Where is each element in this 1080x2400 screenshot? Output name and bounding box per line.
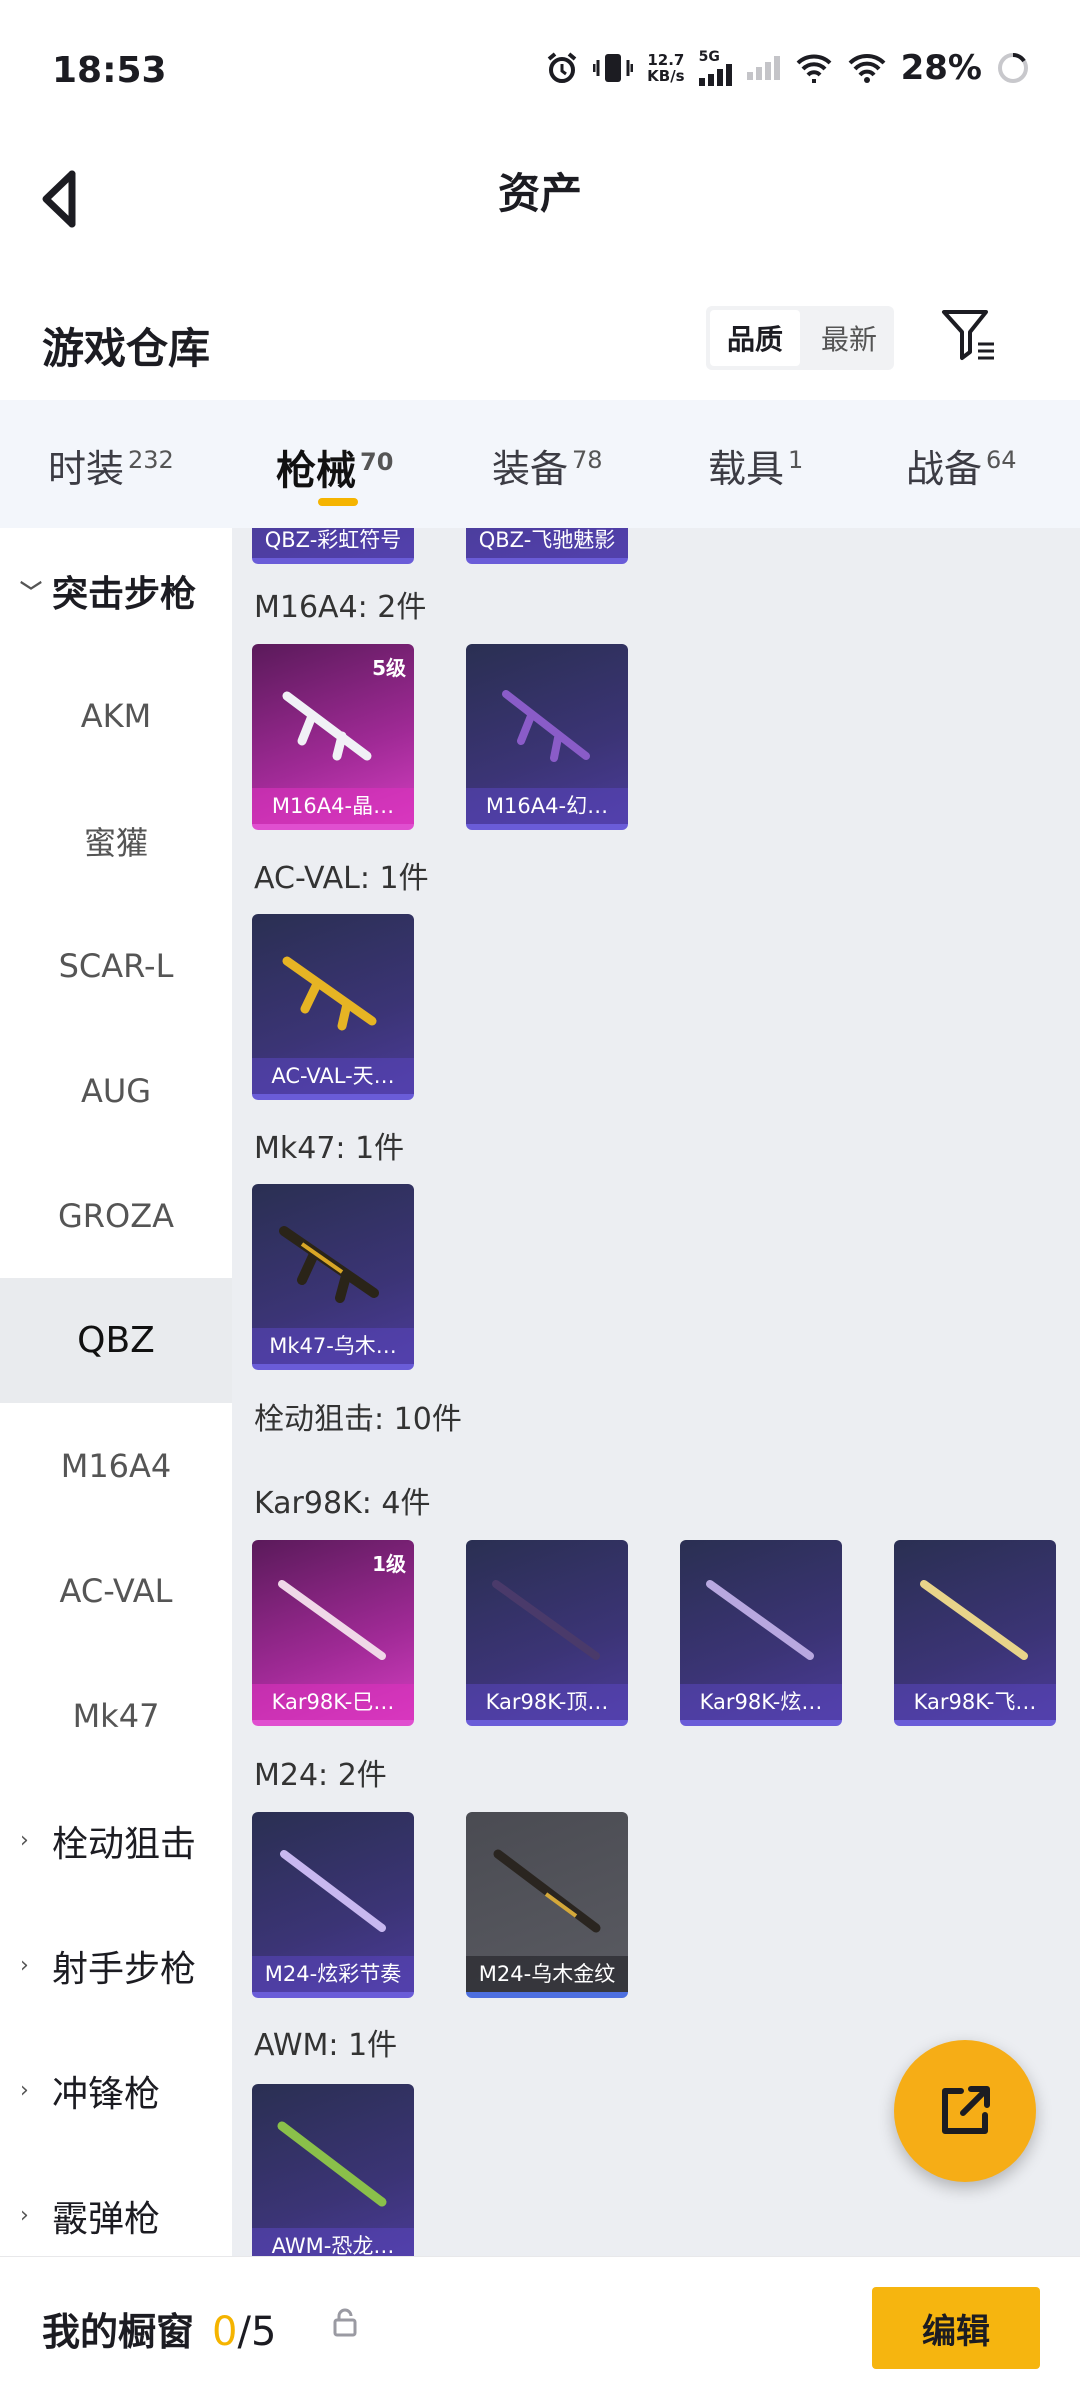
- signal-weak-icon: [746, 56, 780, 80]
- sidebar-item-groza[interactable]: GROZA: [0, 1153, 232, 1278]
- sort-newest-button[interactable]: 最新: [804, 306, 894, 370]
- sidebar-group-smg[interactable]: › 冲锋枪: [0, 2028, 232, 2153]
- section-kar98k: Kar98K: 4件: [254, 1486, 431, 1521]
- weapon-card[interactable]: 1级 Kar98K-巳…: [252, 1540, 414, 1726]
- sidebar-group-assault-rifle[interactable]: ﹀ 突击步枪: [0, 528, 232, 653]
- rifle-image: [278, 1580, 386, 1660]
- weapon-card[interactable]: 5级 M16A4-晶…: [252, 644, 414, 830]
- lock-icon: [333, 2308, 357, 2337]
- rifle-image: [277, 2121, 387, 2207]
- weapon-card[interactable]: Mk47-乌木…: [252, 1184, 414, 1370]
- tab-supplies[interactable]: 战备 64: [906, 438, 1017, 493]
- tab-fashion[interactable]: 时装 232: [48, 438, 174, 493]
- rifle-image: [492, 1580, 600, 1660]
- showcase-label: 我的橱窗 0/5: [42, 2309, 277, 2355]
- chevron-down-icon: ﹀: [20, 580, 43, 606]
- tab-weapons[interactable]: 枪械 70: [276, 438, 393, 496]
- section-m24: M24: 2件: [254, 1758, 387, 1793]
- sidebar-item-aug[interactable]: AUG: [0, 1028, 232, 1153]
- weapon-card[interactable]: QBZ-飞驰魅影: [466, 528, 628, 564]
- weapon-card[interactable]: AWM-恐龙…: [252, 2084, 414, 2256]
- rifle-image: [279, 1226, 379, 1303]
- page-header: 资产: [0, 140, 1080, 290]
- sidebar-group-shotgun[interactable]: › 霰弹枪: [0, 2153, 232, 2256]
- vibrate-icon: [593, 54, 634, 82]
- weapon-card[interactable]: QBZ-彩虹符号: [252, 528, 414, 564]
- weapon-card[interactable]: M24-乌木金纹: [466, 1812, 628, 1998]
- weapon-grid: QBZ-彩虹符号 QBZ-飞驰魅影 M16A4: 2件 5级 M16A4-晶… …: [232, 528, 1080, 2256]
- signal-5g: 5G: [698, 50, 733, 86]
- sidebar-item-qbz[interactable]: QBZ: [0, 1278, 232, 1403]
- warehouse-title: 游戏仓库: [42, 324, 211, 373]
- status-time: 18:53: [52, 50, 167, 91]
- tab-vehicles[interactable]: 载具 1: [708, 438, 803, 493]
- rifle-image: [280, 1850, 386, 1932]
- rifle-image: [706, 1580, 814, 1660]
- sort-toggle: 品质 最新: [706, 306, 894, 370]
- sidebar-item-akm[interactable]: AKM: [0, 653, 232, 778]
- wifi-icon: [848, 53, 886, 83]
- external-link-icon: [942, 2086, 990, 2134]
- section-m16a4: M16A4: 2件: [254, 590, 427, 625]
- rifle-image: [493, 1849, 601, 1933]
- filter-icon[interactable]: [938, 306, 998, 366]
- weapon-card[interactable]: Kar98K-炫…: [680, 1540, 842, 1726]
- battery-icon: [998, 52, 1028, 83]
- sidebar-group-bolt-sniper[interactable]: › 栓动狙击: [0, 1778, 232, 1903]
- section-awm: AWM: 1件: [254, 2028, 398, 2063]
- rifle-image: [502, 690, 590, 762]
- network-speed: 12.7 KB/s: [647, 51, 685, 85]
- section-ac-val: AC-VAL: 1件: [254, 861, 429, 896]
- showcase-count: 0/5: [212, 2309, 277, 2355]
- weapon-card[interactable]: M24-炫彩节奏: [252, 1812, 414, 1998]
- signal-icon: [698, 64, 732, 86]
- alarm-icon: [547, 52, 577, 83]
- page-title: 资产: [497, 169, 582, 218]
- edit-button[interactable]: 编辑: [872, 2287, 1040, 2369]
- sidebar-group-marksman[interactable]: › 射手步枪: [0, 1903, 232, 2028]
- sidebar-item-mk47[interactable]: Mk47: [0, 1653, 232, 1778]
- rifle-image: [282, 956, 377, 1031]
- showcase-bar: 我的橱窗 0/5 编辑: [0, 2256, 1080, 2400]
- chevron-right-icon: ›: [20, 2203, 29, 2228]
- weapon-category-sidebar: ﹀ 突击步枪 AKM 蜜獾 SCAR-L AUG GROZA QBZ M16A4 …: [0, 528, 232, 2256]
- tab-equipment[interactable]: 装备 78: [492, 438, 603, 493]
- weapon-card[interactable]: M16A4-幻…: [466, 644, 628, 830]
- chevron-right-icon: ›: [20, 1953, 29, 1978]
- share-button[interactable]: [894, 2040, 1036, 2182]
- rifle-image: [920, 1580, 1028, 1660]
- wifi-hotspot-icon: [796, 54, 831, 83]
- section-bolt-sniper: 栓动狙击: 10件: [254, 1402, 462, 1437]
- weapon-card[interactable]: Kar98K-飞…: [894, 1540, 1056, 1726]
- status-icons: 12.7 KB/s 5G 28%: [545, 48, 1030, 88]
- sidebar-item-m16a4[interactable]: M16A4: [0, 1403, 232, 1528]
- sidebar-item-honey-badger[interactable]: 蜜獾: [0, 778, 232, 903]
- rifle-image: [282, 691, 372, 761]
- weapon-card[interactable]: AC-VAL-天…: [252, 914, 414, 1100]
- weapon-card[interactable]: Kar98K-顶…: [466, 1540, 628, 1726]
- tab-indicator: [318, 498, 358, 506]
- sidebar-item-ac-val[interactable]: AC-VAL: [0, 1528, 232, 1653]
- section-mk47: Mk47: 1件: [254, 1131, 405, 1166]
- status-bar: 18:53 12.7 KB/s 5G 28%: [0, 0, 1080, 140]
- sidebar-item-scar-l[interactable]: SCAR-L: [0, 903, 232, 1028]
- sort-quality-button[interactable]: 品质: [710, 310, 800, 366]
- chevron-right-icon: ›: [20, 2078, 29, 2103]
- battery-percent: 28%: [900, 48, 982, 88]
- chevron-right-icon: ›: [20, 1828, 29, 1853]
- category-tabs: 时装 232 枪械 70 装备 78 载具 1 战备 64: [0, 400, 1080, 528]
